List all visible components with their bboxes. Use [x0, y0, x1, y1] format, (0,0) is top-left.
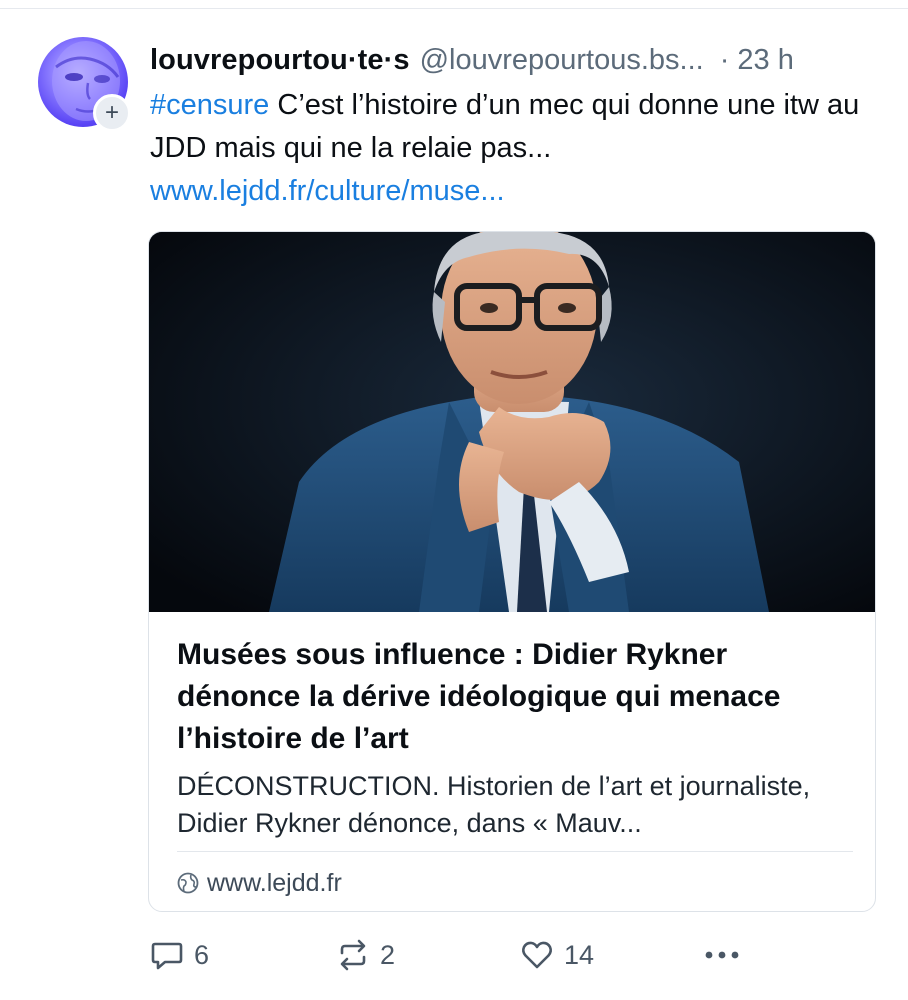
- card-description: DÉCONSTRUCTION. Historien de l’art et jo…: [177, 771, 811, 838]
- reply-count: 6: [194, 939, 210, 970]
- card-title[interactable]: Musées sous influence : Didier Rykner dé…: [177, 634, 853, 760]
- repost-count: 2: [380, 939, 396, 970]
- avatar-container[interactable]: +: [38, 37, 131, 132]
- globe-icon: [177, 872, 199, 894]
- plus-icon: +: [104, 99, 119, 126]
- repost-button[interactable]: 2: [336, 935, 395, 975]
- repost-icon: [336, 938, 370, 972]
- header-separator: ·: [719, 43, 730, 76]
- post-text: #censure C’est l’histoire d’un mec qui d…: [150, 84, 870, 213]
- more-dots-icon: [702, 938, 742, 972]
- post[interactable]: + louvrepourtou·te·s @louvrepourtous.bs.…: [0, 0, 908, 1000]
- post-url-link[interactable]: www.lejdd.fr/culture/muse...: [150, 175, 505, 207]
- card-divider: [177, 851, 853, 852]
- card-body: Musées sous influence : Didier Rykner dé…: [177, 612, 853, 842]
- post-header: louvrepourtou·te·s @louvrepourtous.bs...…: [150, 40, 880, 80]
- card-domain-text: www.lejdd.fr: [207, 868, 342, 897]
- reply-icon: [150, 938, 184, 972]
- card-domain: www.lejdd.fr: [177, 866, 342, 900]
- post-actions: 6 2 14: [150, 935, 880, 975]
- hashtag-link[interactable]: #censure: [150, 89, 269, 121]
- reply-button[interactable]: 6: [150, 935, 209, 975]
- post-timestamp[interactable]: 23 h: [737, 44, 793, 77]
- more-options-button[interactable]: [702, 935, 742, 975]
- like-button[interactable]: 14: [520, 935, 594, 975]
- heart-icon: [520, 938, 554, 972]
- link-preview-card[interactable]: Musées sous influence : Didier Rykner dé…: [148, 231, 876, 912]
- follow-badge-button[interactable]: +: [93, 94, 131, 132]
- card-thumbnail-image: [149, 232, 875, 612]
- author-display-name[interactable]: louvrepourtou·te·s: [150, 44, 410, 77]
- author-handle[interactable]: @louvrepourtous.bs...: [420, 44, 704, 77]
- like-count: 14: [564, 939, 595, 970]
